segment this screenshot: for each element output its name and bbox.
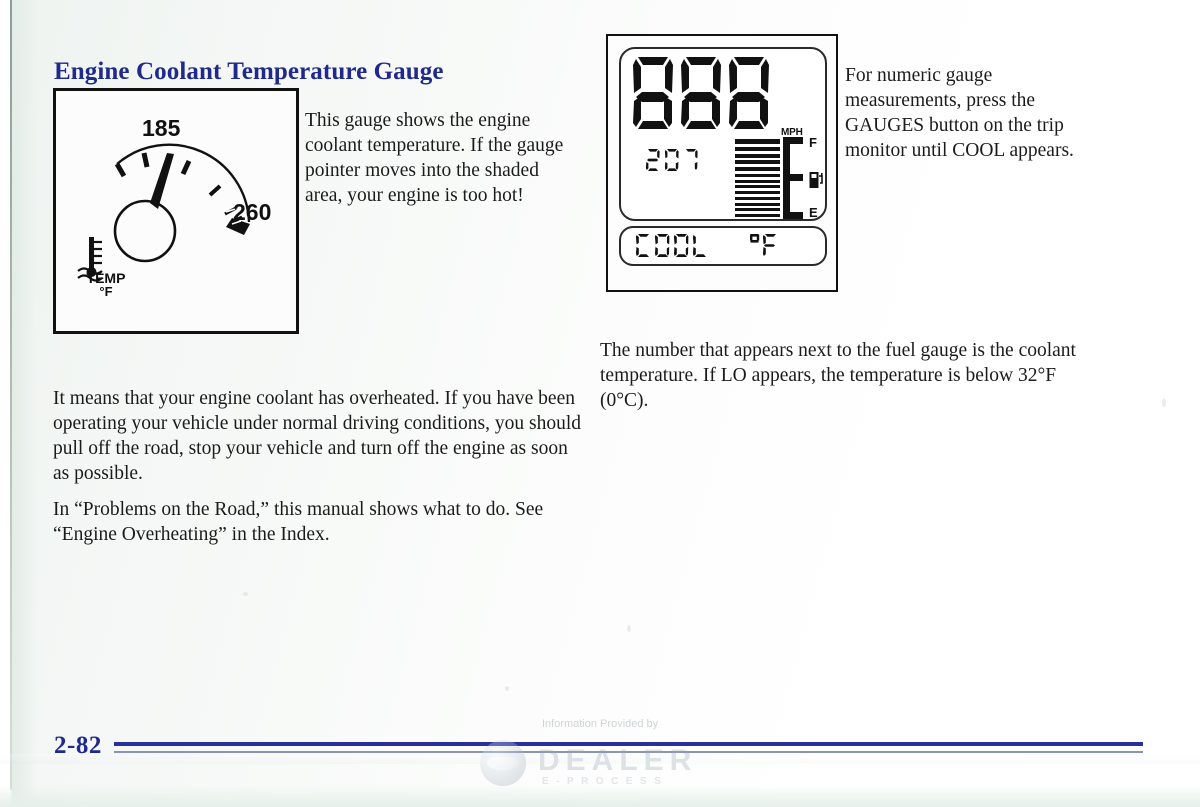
- page-title: Engine Coolant Temperature Gauge: [54, 57, 444, 85]
- overheated-paragraph: It means that your engine coolant has ov…: [53, 387, 582, 484]
- seven-segment-letter: [762, 234, 776, 256]
- fuel-full-label: F: [809, 135, 817, 150]
- seven-segment-letter: [692, 235, 706, 257]
- coolant-temperature-readout: [645, 148, 699, 172]
- seven-segment-digit: [681, 57, 721, 129]
- speedometer-readout: [631, 55, 771, 133]
- seven-segment-digit: [664, 149, 679, 171]
- analog-gauge-caption: This gauge shows the engine coolant temp…: [305, 109, 564, 206]
- fuel-scale-ticks: [783, 137, 803, 219]
- analog-coolant-gauge-figure: 185 260 TEMP °F: [53, 88, 299, 334]
- seven-segment-letter: [635, 234, 649, 257]
- gauge-low-value: 185: [142, 115, 181, 141]
- seven-segment-digit: [633, 57, 673, 129]
- trip-monitor-message-bar: [619, 226, 827, 266]
- index-reference-paragraph: In “Problems on the Road,” this manual s…: [53, 498, 544, 545]
- watermark-globe-icon: [480, 740, 526, 786]
- seven-segment-digit: [645, 149, 660, 171]
- watermark-brand: DEALER: [538, 744, 698, 777]
- digital-cluster-figure: MPH F E: [606, 34, 838, 292]
- manual-page: Engine Coolant Temperature Gauge 185 260…: [0, 0, 1200, 807]
- fuel-pump-icon: [809, 172, 823, 188]
- seven-segment-letter: [654, 234, 670, 257]
- cool-unit-readout: [749, 233, 779, 258]
- degree-symbol: [750, 234, 760, 243]
- gauge-high-value: 260: [233, 199, 272, 225]
- scan-speck: [627, 625, 631, 632]
- gauge-temp-label: TEMP °F: [70, 271, 142, 299]
- cluster-display-screen: MPH F E: [619, 47, 827, 221]
- seven-segment-digit: [729, 57, 769, 129]
- watermark-provided-by: Information Provided by: [542, 718, 659, 730]
- scan-speck: [505, 686, 509, 691]
- cool-message-readout: [635, 233, 709, 258]
- watermark: Information Provided by DEALER E-PROCESS: [0, 718, 1200, 803]
- fuel-empty-label: E: [809, 205, 818, 220]
- scan-speck: [1162, 398, 1166, 407]
- seven-segment-digit: [686, 149, 698, 170]
- fuel-level-bargraph: [735, 139, 780, 217]
- scan-left-margin: [0, 0, 10, 807]
- seven-segment-letter: [673, 234, 689, 257]
- fuel-gauge-number-paragraph: The number that appears next to the fuel…: [600, 339, 1076, 411]
- watermark-tagline: E-PROCESS: [542, 776, 669, 787]
- gauge-temp-unit: °F: [99, 284, 113, 299]
- scan-edge-shadow: [12, 0, 38, 807]
- digital-cluster-caption: For numeric gauge measurements, press th…: [845, 64, 1074, 161]
- scan-speck: [243, 592, 248, 596]
- fuel-scale-labels: F E: [809, 135, 825, 220]
